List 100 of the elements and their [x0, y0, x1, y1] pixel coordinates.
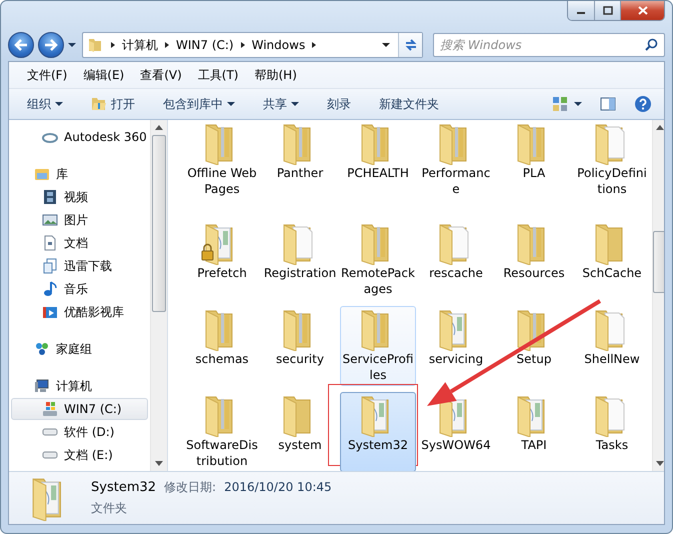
folder-item[interactable]: Registration — [262, 220, 338, 300]
sidebar-item[interactable]: WIN7 (C:) — [11, 398, 148, 420]
date-label: 修改日期: — [164, 479, 216, 496]
chevron-icon — [238, 41, 247, 49]
scroll-up-icon[interactable] — [656, 125, 664, 130]
film-icon — [42, 189, 58, 205]
sidebar-item[interactable]: 音乐 — [11, 278, 148, 300]
modified-date: 2016/10/20 10:45 — [224, 480, 332, 494]
breadcrumb[interactable]: Windows — [248, 38, 308, 52]
chevron-icon — [109, 41, 117, 49]
close-icon — [638, 6, 648, 15]
breadcrumb[interactable]: WIN7 (C:) — [173, 38, 237, 52]
toolbar-button[interactable]: 组织 — [19, 92, 71, 116]
breadcrumb[interactable]: 计算机 — [119, 36, 161, 54]
sidebar-item[interactable]: 计算机 — [11, 375, 148, 397]
scrollbar-thumb[interactable] — [653, 231, 664, 293]
chevron-icon — [163, 41, 171, 49]
sidebar-item[interactable]: 软件 (D:) — [11, 421, 148, 443]
caret-icon — [227, 101, 235, 107]
menu-item[interactable]: 工具(T) — [192, 64, 244, 86]
scroll-up-icon[interactable] — [155, 125, 163, 130]
file-name: System32 — [91, 480, 156, 495]
folder-item[interactable]: Performance — [418, 120, 494, 200]
drive-icon — [42, 451, 58, 459]
folder-item[interactable]: Tasks — [574, 392, 650, 471]
folder-item[interactable]: Setup — [496, 306, 572, 386]
sidebar-item[interactable]: 优酷影视库 — [11, 301, 148, 323]
folder-item[interactable]: servicing — [418, 306, 494, 386]
scroll-down-icon[interactable] — [656, 461, 664, 466]
caret-icon — [574, 101, 582, 107]
chevron-icon — [310, 41, 318, 49]
folder-item[interactable]: SoftwareDistribution — [184, 392, 260, 471]
folder-item[interactable]: ServiceProfiles — [340, 306, 416, 386]
maximize-button[interactable] — [594, 1, 620, 20]
folder-item[interactable]: security — [262, 306, 338, 386]
folder-item[interactable]: Prefetch — [184, 220, 260, 300]
caret-icon — [291, 101, 299, 107]
folder-item[interactable]: SchCache — [574, 220, 650, 300]
scroll-down-icon[interactable] — [155, 461, 163, 466]
folder-item[interactable]: Offline Web Pages — [184, 120, 260, 200]
documents-icon — [42, 258, 58, 274]
pane-icon — [600, 97, 616, 111]
document-icon — [42, 235, 58, 251]
folder-icon — [87, 37, 103, 53]
folder-item[interactable]: PCHEALTH — [340, 120, 416, 200]
folder-open-icon — [91, 97, 107, 111]
play-icon — [42, 304, 58, 320]
toolbar-button[interactable]: 包含到库中 — [155, 92, 243, 116]
caret-icon — [68, 42, 76, 48]
maximize-icon — [602, 6, 612, 15]
forward-arrow-icon — [44, 39, 58, 51]
dropdown-icon[interactable] — [382, 42, 390, 48]
folder-item[interactable]: System32 — [340, 392, 416, 471]
search-icon — [645, 38, 658, 51]
folder-item[interactable]: ShellNew — [574, 306, 650, 386]
file-type: 文件夹 — [91, 500, 128, 517]
music-note-icon — [42, 281, 58, 297]
help-icon — [634, 95, 652, 113]
view-grid-icon — [552, 96, 568, 112]
toolbar-button[interactable]: 打开 — [83, 92, 143, 116]
forward-button[interactable] — [38, 32, 64, 58]
caret-icon — [55, 101, 63, 107]
sidebar-item[interactable]: 文档 (E:) — [11, 444, 148, 466]
toolbar-button[interactable]: 刻录 — [319, 92, 359, 116]
sidebar-item[interactable]: 迅雷下载 — [11, 255, 148, 277]
scrollbar-thumb[interactable] — [152, 135, 166, 312]
folder-item[interactable]: Resources — [496, 220, 572, 300]
refresh-icon — [404, 38, 418, 52]
folder-item[interactable]: PolicyDefinitions — [574, 120, 650, 200]
address-bar[interactable]: 计算机 WIN7 (C:) Windows — [82, 32, 423, 58]
library-icon — [34, 166, 50, 182]
back-button[interactable] — [8, 32, 34, 58]
sidebar-item[interactable]: Autodesk 360 — [11, 126, 148, 148]
sidebar-item[interactable]: 视频 — [11, 186, 148, 208]
sidebar-item[interactable]: 家庭组 — [11, 338, 148, 360]
folder-item[interactable]: PLA — [496, 120, 572, 200]
sidebar-item[interactable]: 图片 — [11, 209, 148, 231]
menu-item[interactable]: 编辑(E) — [77, 64, 130, 86]
menu-item[interactable]: 帮助(H) — [248, 64, 303, 86]
drive-icon — [42, 428, 58, 436]
menu-item[interactable]: 查看(V) — [134, 64, 188, 86]
folder-item[interactable]: Panther — [262, 120, 338, 200]
refresh-button[interactable] — [398, 33, 422, 57]
folder-item[interactable]: rescache — [418, 220, 494, 300]
toolbar-button[interactable]: 新建文件夹 — [371, 92, 447, 116]
folder-item[interactable]: TAPI — [496, 392, 572, 471]
minimize-button[interactable] — [568, 1, 594, 20]
search-field[interactable]: 搜索 Windows — [433, 33, 665, 57]
windows-drive-icon — [42, 401, 58, 417]
scrollbar[interactable] — [652, 120, 664, 471]
homegroup-icon — [34, 341, 50, 357]
sidebar-item[interactable]: 库 — [11, 163, 148, 185]
close-button[interactable] — [620, 1, 664, 20]
menu-item[interactable]: 文件(F) — [21, 64, 74, 86]
toolbar-button[interactable]: 共享 — [255, 92, 307, 116]
scrollbar[interactable] — [150, 120, 167, 471]
folder-item[interactable]: system — [262, 392, 338, 471]
folder-item[interactable]: RemotePackages — [340, 220, 416, 300]
sidebar-item[interactable]: 文档 — [11, 232, 148, 254]
folder-item[interactable]: schemas — [184, 306, 260, 386]
